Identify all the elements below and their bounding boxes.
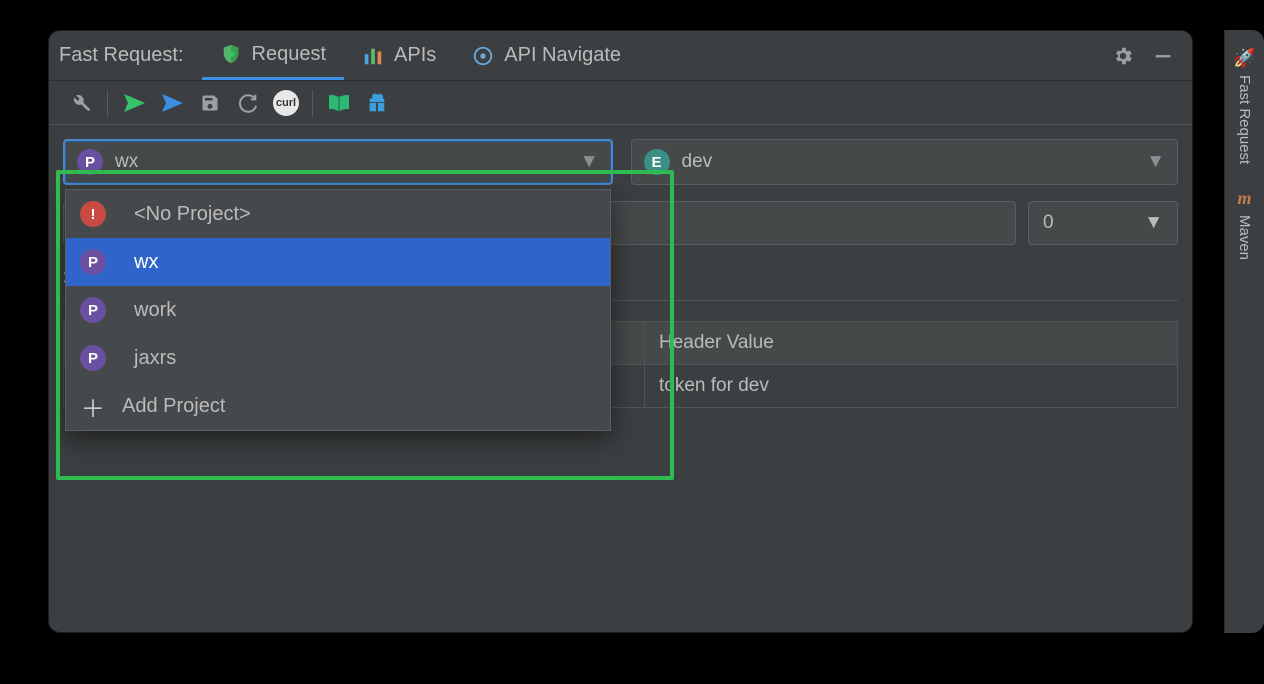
tab-api-navigate[interactable]: API Navigate bbox=[454, 31, 639, 80]
content-area: P wx ▼ ! <No Project> P wx P work bbox=[49, 125, 1192, 422]
chevron-down-icon: ▼ bbox=[1144, 212, 1163, 234]
env-badge-icon: E bbox=[644, 149, 670, 175]
project-option-work[interactable]: P work bbox=[66, 286, 610, 334]
project-badge-icon: P bbox=[80, 345, 106, 371]
project-dropdown-list: ! <No Project> P wx P work P jaxrs bbox=[65, 189, 611, 431]
minimize-icon[interactable] bbox=[1152, 45, 1174, 67]
tab-request[interactable]: Request bbox=[202, 31, 345, 80]
send-green-icon[interactable] bbox=[116, 85, 152, 121]
panel-title: Fast Request: bbox=[59, 44, 184, 67]
shield-icon bbox=[220, 43, 242, 65]
tab-apis[interactable]: APIs bbox=[344, 31, 454, 80]
chevron-down-icon: ▼ bbox=[580, 151, 599, 173]
gift-icon[interactable] bbox=[359, 85, 395, 121]
project-option-none[interactable]: ! <No Project> bbox=[66, 190, 610, 238]
project-badge-icon: P bbox=[80, 297, 106, 323]
exclamation-icon: ! bbox=[80, 201, 106, 227]
env-selected-label: dev bbox=[682, 151, 713, 173]
tab-strip: Request APIs API Navigate bbox=[202, 31, 639, 80]
row-value[interactable]: token for dev bbox=[645, 365, 1177, 407]
sidebar-item-fast-request[interactable]: 🚀 Fast Request bbox=[1233, 40, 1255, 172]
project-option-jaxrs[interactable]: P jaxrs bbox=[66, 334, 610, 382]
gear-icon[interactable] bbox=[1112, 45, 1134, 67]
plus-icon: ＋ bbox=[80, 389, 106, 424]
project-selected-label: wx bbox=[115, 151, 138, 173]
tab-label: API Navigate bbox=[504, 44, 621, 67]
wrench-icon[interactable] bbox=[63, 85, 99, 121]
save-icon[interactable] bbox=[192, 85, 228, 121]
project-selector[interactable]: P wx ▼ ! <No Project> P wx P work bbox=[63, 139, 613, 185]
sidebar-item-maven[interactable]: m Maven bbox=[1236, 180, 1253, 268]
right-sidebar: 🚀 Fast Request m Maven bbox=[1224, 30, 1264, 633]
header-bar: Fast Request: Request APIs bbox=[49, 31, 1192, 81]
project-option-wx[interactable]: P wx bbox=[66, 238, 610, 286]
book-icon[interactable] bbox=[321, 85, 357, 121]
fast-request-panel: Fast Request: Request APIs bbox=[48, 30, 1193, 633]
toolbar: curl bbox=[49, 81, 1192, 125]
tab-label: Request bbox=[252, 43, 327, 66]
tab-label: APIs bbox=[394, 44, 436, 67]
chevron-down-icon: ▼ bbox=[1146, 151, 1165, 173]
target-icon bbox=[472, 45, 494, 67]
curl-icon[interactable]: curl bbox=[268, 85, 304, 121]
project-badge-icon: P bbox=[77, 149, 103, 175]
rocket-icon: 🚀 bbox=[1233, 48, 1255, 69]
redo-icon[interactable] bbox=[230, 85, 266, 121]
project-badge-icon: P bbox=[80, 249, 106, 275]
table-header-value: Header Value bbox=[645, 322, 1177, 364]
maven-icon: m bbox=[1238, 188, 1252, 209]
bars-icon bbox=[362, 45, 384, 67]
add-project-button[interactable]: ＋ Add Project bbox=[66, 382, 610, 430]
env-selector[interactable]: E dev ▼ bbox=[631, 139, 1179, 185]
number-selector[interactable]: 0 ▼ bbox=[1028, 201, 1178, 245]
send-blue-icon[interactable] bbox=[154, 85, 190, 121]
